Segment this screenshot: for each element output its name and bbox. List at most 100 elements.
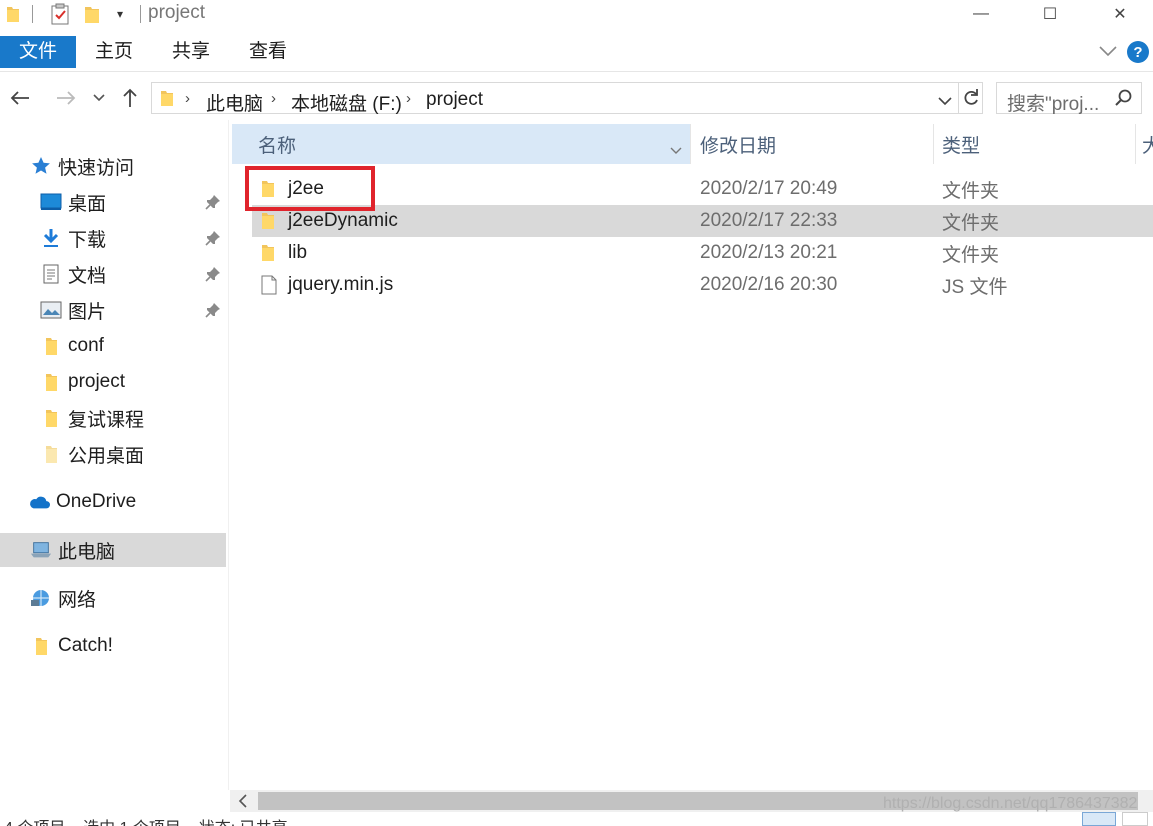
breadcrumb-this-pc[interactable]: 此电脑 bbox=[206, 89, 263, 116]
nav-item-desktop[interactable]: 桌面 bbox=[0, 185, 229, 219]
nav-label: 网络 bbox=[58, 589, 97, 611]
nav-item-project[interactable]: project bbox=[0, 365, 229, 399]
new-folder-icon[interactable] bbox=[82, 3, 102, 25]
pin-icon[interactable] bbox=[205, 266, 221, 282]
file-icon bbox=[261, 275, 277, 295]
folder-icon bbox=[40, 372, 62, 392]
file-type: JS 文件 bbox=[942, 276, 1008, 298]
refresh-icon[interactable] bbox=[962, 88, 980, 113]
file-row[interactable]: lib 2020/2/13 20:21 文件夹 bbox=[252, 237, 1153, 269]
breadcrumb-project[interactable]: project bbox=[426, 89, 483, 111]
nav-catch[interactable]: Catch! bbox=[0, 629, 229, 663]
file-row[interactable]: j2ee 2020/2/17 20:49 文件夹 bbox=[252, 173, 1153, 205]
details-view-button[interactable] bbox=[1082, 812, 1116, 826]
maximize-button[interactable]: ☐ bbox=[1027, 0, 1073, 28]
file-row[interactable]: jquery.min.js 2020/2/16 20:30 JS 文件 bbox=[252, 269, 1153, 301]
minimize-button[interactable]: — bbox=[958, 0, 1004, 28]
nav-label: 图片 bbox=[68, 301, 107, 323]
up-button[interactable] bbox=[118, 84, 142, 112]
file-name[interactable]: jquery.min.js bbox=[288, 274, 393, 296]
navigation-pane: 快速访问 桌面 下载 文档 图片 conf project 复试课程 公用桌面 … bbox=[0, 120, 229, 790]
folder-icon bbox=[30, 636, 52, 656]
status-bar: 4 个项目 选中 1 个项目 状态: 已共享 bbox=[0, 812, 1153, 826]
properties-icon[interactable] bbox=[48, 3, 72, 25]
desktop-icon bbox=[40, 192, 62, 212]
column-header-date[interactable]: 修改日期 bbox=[700, 124, 776, 164]
column-header-size[interactable]: 大 bbox=[1142, 124, 1153, 164]
tab-view[interactable]: 查看 bbox=[240, 36, 296, 68]
chevron-right-icon[interactable]: › bbox=[406, 90, 411, 107]
forward-button[interactable] bbox=[52, 84, 80, 112]
tab-home[interactable]: 主页 bbox=[86, 36, 142, 68]
nav-network[interactable]: 网络 bbox=[0, 581, 229, 615]
search-input[interactable]: 搜索"proj... bbox=[1007, 89, 1099, 116]
file-name[interactable]: lib bbox=[288, 242, 307, 264]
customize-toolbar-icon[interactable]: ▾ bbox=[110, 3, 130, 25]
folder-icon bbox=[40, 336, 62, 356]
nav-item-public-desktop[interactable]: 公用桌面 bbox=[0, 437, 229, 471]
tab-file[interactable]: 文件 bbox=[0, 36, 76, 68]
nav-onedrive[interactable]: OneDrive bbox=[0, 485, 229, 519]
nav-label: 复试课程 bbox=[68, 409, 145, 431]
folder-icon bbox=[4, 3, 22, 25]
nav-quick-access[interactable]: 快速访问 bbox=[0, 149, 229, 183]
nav-item-downloads[interactable]: 下载 bbox=[0, 221, 229, 255]
tab-share[interactable]: 共享 bbox=[163, 36, 219, 68]
scroll-left-icon[interactable] bbox=[238, 794, 248, 813]
chevron-right-icon[interactable]: › bbox=[185, 90, 190, 107]
cloud-icon bbox=[28, 492, 50, 512]
computer-icon bbox=[30, 540, 52, 560]
title-bar: ▾ project — ☐ ✕ bbox=[0, 0, 1153, 30]
close-button[interactable]: ✕ bbox=[1097, 0, 1143, 28]
column-header-name[interactable]: 名称 bbox=[232, 124, 690, 164]
file-date: 2020/2/13 20:21 bbox=[700, 242, 838, 263]
address-dropdown-icon[interactable] bbox=[938, 93, 952, 111]
file-row[interactable]: j2eeDynamic 2020/2/17 22:33 文件夹 bbox=[252, 205, 1153, 237]
nav-label: OneDrive bbox=[56, 491, 137, 512]
file-list: 名称 修改日期 类型 大 j2ee 2020/2/17 20:49 文件夹 j2… bbox=[230, 120, 1153, 790]
column-label: 名称 bbox=[258, 135, 297, 157]
help-button[interactable]: ? bbox=[1127, 41, 1149, 63]
status-text: 4 个项目 选中 1 个项目 状态: 已共享 bbox=[4, 814, 288, 826]
folder-icon bbox=[262, 245, 274, 261]
file-date: 2020/2/17 22:33 bbox=[700, 210, 838, 231]
recent-locations-icon[interactable] bbox=[90, 84, 108, 112]
window-title: project bbox=[148, 2, 206, 23]
navigation-bar: › 此电脑 › 本地磁盘 (F:) › project 搜索"proj... bbox=[0, 78, 1153, 118]
pictures-icon bbox=[40, 300, 62, 320]
nav-item-pictures[interactable]: 图片 bbox=[0, 293, 229, 327]
folder-icon bbox=[160, 89, 174, 112]
column-label: 大 bbox=[1142, 135, 1153, 157]
network-icon bbox=[30, 588, 52, 608]
address-bar[interactable]: › 此电脑 › 本地磁盘 (F:) › project bbox=[151, 82, 983, 116]
back-button[interactable] bbox=[6, 84, 34, 112]
breadcrumb-local-disk[interactable]: 本地磁盘 (F:) bbox=[291, 89, 402, 116]
chevron-down-icon[interactable] bbox=[670, 139, 682, 161]
pin-icon[interactable] bbox=[205, 194, 221, 210]
folder-icon bbox=[262, 213, 274, 229]
column-header-type[interactable]: 类型 bbox=[942, 124, 980, 164]
nav-item-review-course[interactable]: 复试课程 bbox=[0, 401, 229, 435]
file-date: 2020/2/17 20:49 bbox=[700, 178, 838, 199]
large-icons-view-button[interactable] bbox=[1122, 812, 1148, 826]
column-label: 修改日期 bbox=[700, 135, 777, 157]
nav-label: conf bbox=[68, 335, 104, 356]
file-type: 文件夹 bbox=[942, 212, 1000, 234]
pin-icon[interactable] bbox=[205, 302, 221, 318]
nav-item-documents[interactable]: 文档 bbox=[0, 257, 229, 291]
expand-ribbon-icon[interactable] bbox=[1098, 42, 1118, 63]
ribbon: 文件 主页 共享 查看 ? bbox=[0, 34, 1153, 72]
chevron-right-icon[interactable]: › bbox=[271, 90, 276, 107]
nav-item-conf[interactable]: conf bbox=[0, 329, 229, 363]
file-type: 文件夹 bbox=[942, 180, 1000, 202]
column-label: 类型 bbox=[942, 135, 981, 157]
search-box[interactable]: 搜索"proj... bbox=[996, 82, 1142, 116]
nav-label: Catch! bbox=[58, 635, 113, 656]
file-name[interactable]: j2eeDynamic bbox=[288, 210, 398, 232]
nav-this-pc[interactable]: 此电脑 bbox=[0, 533, 226, 567]
download-icon bbox=[40, 228, 62, 248]
nav-label: project bbox=[68, 371, 126, 392]
search-icon[interactable] bbox=[1115, 89, 1133, 112]
watermark: https://blog.csdn.net/qq1786437382 bbox=[883, 795, 1138, 812]
pin-icon[interactable] bbox=[205, 230, 221, 246]
